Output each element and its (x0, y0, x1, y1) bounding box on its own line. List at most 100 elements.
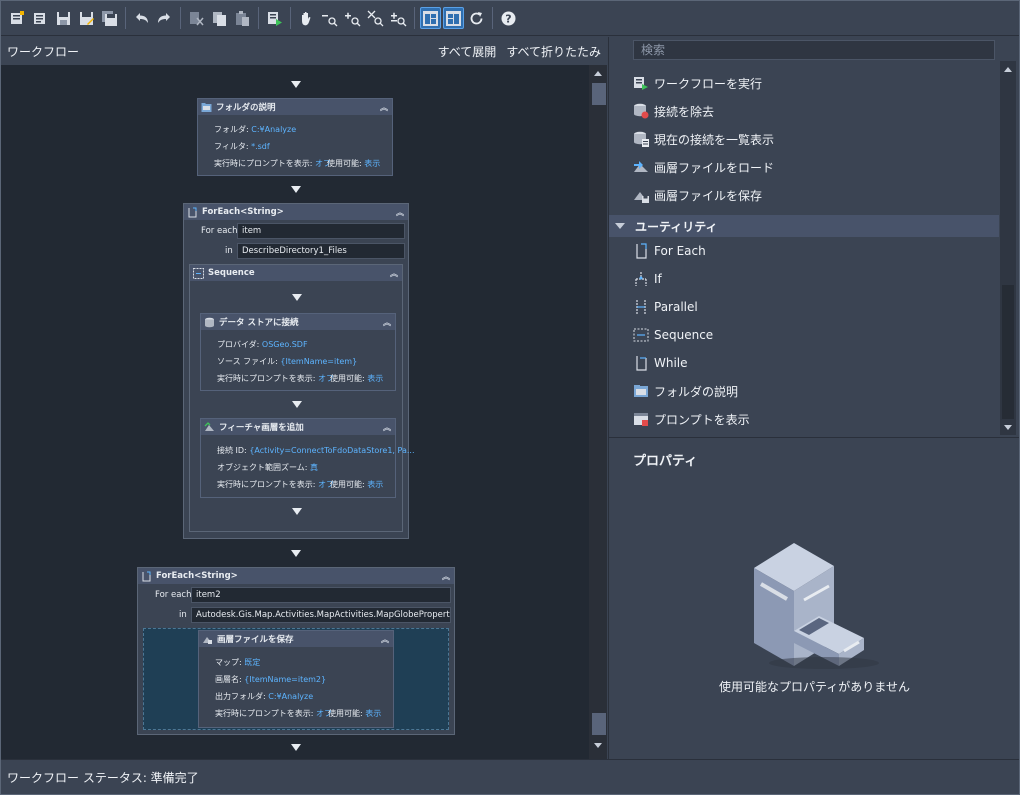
collapse-icon[interactable]: ︽ (383, 317, 391, 328)
prop-label: 実行時にプロンプトを表示: (214, 159, 313, 168)
workflow-canvas[interactable]: フォルダの説明 ︽ フォルダ: C:¥Analyze フィルタ: *.sdf 実… (1, 65, 589, 759)
activity-save-layer-file[interactable]: 画層ファイルを保存 ︽ マップ: 既定 画層名: {ItemName=item2… (198, 630, 394, 728)
collapse-icon[interactable]: ︽ (380, 102, 388, 113)
undo-icon[interactable] (131, 7, 152, 29)
library-item-remove-connection[interactable]: 接続を除去 (609, 97, 999, 125)
zoom-in-icon[interactable] (342, 7, 363, 29)
prop-value[interactable]: 既定 (244, 658, 260, 667)
zoom-extents-icon[interactable] (365, 7, 386, 29)
library-item-label: Sequence (654, 328, 714, 342)
svg-text:?: ? (505, 12, 511, 25)
toolbar-separator (414, 7, 415, 29)
save-as-icon[interactable] (76, 7, 97, 29)
scroll-thumb-lower[interactable] (592, 713, 606, 735)
prop-label: 使用可能: (328, 709, 363, 718)
library-item-foreach[interactable]: For Each (609, 237, 999, 265)
help-icon[interactable]: ? (498, 7, 519, 29)
prop-value[interactable]: OSGeo.SDF (262, 340, 308, 349)
prop-label: マップ: (215, 658, 242, 667)
library-item-label: フォルダの説明 (654, 384, 739, 399)
save-layer-icon (633, 187, 649, 203)
run-icon[interactable] (264, 7, 285, 29)
search-input[interactable]: 検索 (633, 40, 995, 60)
library-item-sequence[interactable]: Sequence (609, 321, 999, 349)
for-each-label: For each (155, 590, 192, 600)
library-item-parallel[interactable]: Parallel (609, 293, 999, 321)
refresh-icon[interactable] (466, 7, 487, 29)
cut-icon[interactable] (186, 7, 207, 29)
prop-value[interactable]: *.sdf (251, 142, 270, 151)
expand-all-link[interactable]: すべて展開 (438, 43, 497, 60)
toolbar-separator (180, 7, 181, 29)
open-workflow-icon[interactable] (30, 7, 51, 29)
scroll-thumb[interactable] (592, 83, 606, 105)
activity-connect-datastore[interactable]: データ ストアに接続 ︽ プロバイダ: OSGeo.SDF ソース ファイル: … (200, 313, 396, 391)
save-icon[interactable] (53, 7, 74, 29)
activity-add-feature-layer[interactable]: フィーチャ画層を追加 ︽ 接続 ID: {Activity=ConnectToF… (200, 418, 415, 498)
activity-folder-description[interactable]: フォルダの説明 ︽ フォルダ: C:¥Analyze フィルタ: *.sdf 実… (197, 98, 393, 176)
workflow-header: ワークフロー すべて展開 すべて折りたたみ (1, 37, 607, 65)
library-item-while[interactable]: While (609, 349, 999, 377)
group-header-utility[interactable]: ユーティリティ (609, 215, 999, 237)
library-item-show-prompt[interactable]: プロンプトを表示 (609, 405, 999, 433)
library-item-if[interactable]: If (609, 265, 999, 293)
library-item-load-layer[interactable]: 画層ファイルをロード (609, 153, 999, 181)
scroll-up-icon[interactable] (1004, 67, 1012, 72)
library-item-run-workflow[interactable]: ワークフローを実行 (609, 69, 999, 97)
in-input[interactable]: DescribeDirectory1_Files (237, 243, 405, 259)
scroll-up-icon[interactable] (594, 71, 602, 76)
activity-title: フィーチャ画層を追加 (219, 423, 304, 433)
flow-arrow-icon (291, 186, 301, 193)
prop-value[interactable]: C:¥Analyze (268, 692, 313, 701)
prop-value[interactable]: 表示 (367, 374, 383, 383)
for-each-input[interactable]: item2 (191, 587, 451, 603)
prop-value[interactable]: 表示 (367, 480, 383, 489)
library-scrollbar[interactable] (1000, 61, 1016, 435)
pan-icon[interactable] (296, 7, 317, 29)
activity-foreach-1[interactable]: ForEach<String> ︽ For each item in Descr… (183, 203, 415, 539)
collapse-icon[interactable]: ︽ (396, 207, 404, 218)
library-item-folder-describe[interactable]: フォルダの説明 (609, 377, 999, 405)
library-item-list-connections[interactable]: 現在の接続を一覧表示 (609, 125, 999, 153)
collapse-icon[interactable]: ︽ (383, 422, 391, 433)
prop-value[interactable]: 表示 (364, 159, 380, 168)
prop-value[interactable]: {ItemName=item} (280, 357, 357, 366)
list-connections-icon (633, 131, 649, 147)
add-layer-icon (204, 421, 215, 433)
prop-label: フィルタ: (214, 142, 249, 151)
save-all-icon[interactable] (99, 7, 120, 29)
for-each-input[interactable]: item (237, 223, 405, 239)
zoom-out-icon[interactable] (319, 7, 340, 29)
redo-icon[interactable] (154, 7, 175, 29)
save-layer-icon (202, 634, 213, 645)
collapse-icon[interactable]: ︽ (381, 634, 389, 645)
collapse-icon[interactable]: ︽ (442, 571, 450, 582)
workflow-title: ワークフロー (7, 44, 80, 59)
toolbar-separator (125, 7, 126, 29)
prop-label: 使用可能: (327, 159, 362, 168)
activity-library-panel: 検索 ワークフローを実行 接続を除去 現在の接続を一覧表示 画層ファイルをロード… (608, 37, 1019, 437)
layout-right-icon[interactable] (443, 7, 464, 29)
in-input[interactable]: Autodesk.Gis.Map.Activities.MapActivitie… (191, 607, 451, 623)
layout-left-icon[interactable] (420, 7, 441, 29)
scroll-thumb[interactable] (1002, 285, 1014, 419)
canvas-scrollbar[interactable] (589, 65, 607, 759)
scroll-down-icon[interactable] (594, 743, 602, 748)
activity-foreach-2[interactable]: ForEach<String> ︽ For each item2 in Auto… (137, 567, 455, 735)
prop-value[interactable]: C:¥Analyze (251, 125, 296, 134)
new-workflow-icon[interactable] (7, 7, 28, 29)
prop-value[interactable]: 表示 (365, 709, 381, 718)
library-item-save-layer[interactable]: 画層ファイルを保存 (609, 181, 999, 209)
activity-title: ForEach<String> (156, 571, 238, 581)
prop-value[interactable]: {Activity=ConnectToFdoDataStore1, Pa... (249, 446, 414, 455)
paste-icon[interactable] (232, 7, 253, 29)
collapse-all-link[interactable]: すべて折りたたみ (506, 43, 601, 60)
prop-value[interactable]: {ItemName=item2} (244, 675, 326, 684)
collapse-icon[interactable]: ︽ (390, 268, 398, 279)
library-item-label: 画層ファイルをロード (654, 160, 775, 175)
activity-sequence[interactable]: Sequence ︽ データ ストアに接続 ︽ プロバイダ: OSGeo.SDF… (189, 264, 415, 532)
prop-value[interactable]: 真 (310, 463, 318, 472)
copy-icon[interactable] (209, 7, 230, 29)
zoom-window-icon[interactable] (388, 7, 409, 29)
scroll-down-icon[interactable] (1004, 425, 1012, 430)
